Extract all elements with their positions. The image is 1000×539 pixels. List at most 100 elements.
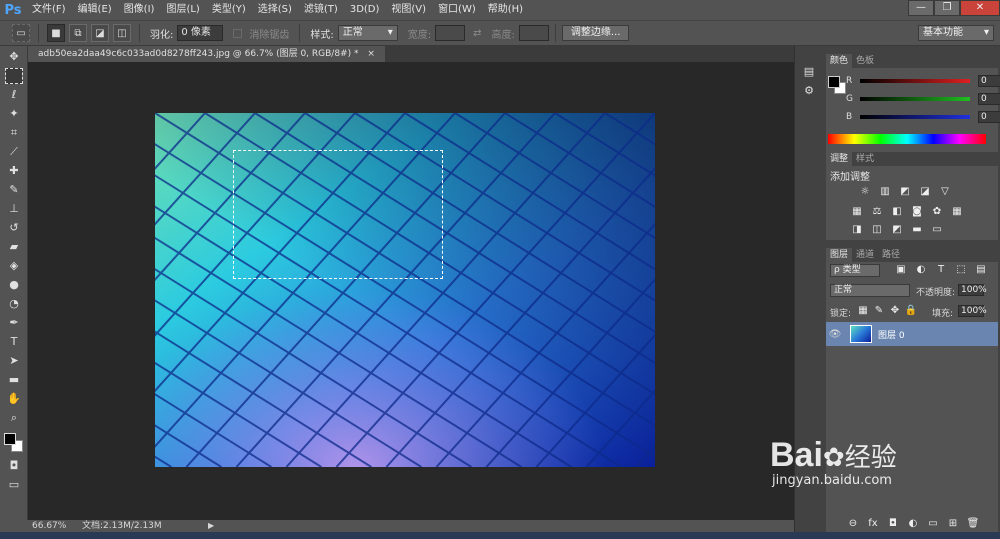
- slider-g-value[interactable]: 0: [978, 93, 1000, 105]
- antialias-checkbox[interactable]: [233, 28, 243, 38]
- blend-mode-select[interactable]: 正常: [830, 284, 910, 297]
- tab-styles[interactable]: 样式: [852, 152, 878, 166]
- menu-layer[interactable]: 图层(L): [160, 0, 205, 20]
- path-select-tool-icon[interactable]: ➤: [5, 353, 23, 369]
- add-mask-icon[interactable]: ◘: [886, 518, 900, 530]
- smart-object-filter-icon[interactable]: ▤: [974, 264, 988, 276]
- width-input[interactable]: [435, 25, 466, 41]
- move-tool-icon[interactable]: ✥: [5, 49, 23, 65]
- layer-style-icon[interactable]: fx: [866, 518, 880, 530]
- blur-tool-icon[interactable]: ●: [5, 277, 23, 293]
- photo-filter-icon[interactable]: ◙: [910, 206, 924, 218]
- menu-view[interactable]: 视图(V): [385, 0, 432, 20]
- add-selection-icon[interactable]: ⧉: [69, 24, 87, 42]
- tab-swatches[interactable]: 色板: [852, 54, 878, 68]
- history-brush-tool-icon[interactable]: ↺: [5, 220, 23, 236]
- slider-r[interactable]: R 0: [846, 74, 1000, 88]
- menu-image[interactable]: 图像(I): [118, 0, 161, 20]
- brush-tool-icon[interactable]: ✎: [5, 182, 23, 198]
- menu-select[interactable]: 选择(S): [252, 0, 298, 20]
- pixel-filter-icon[interactable]: ▣: [894, 264, 908, 276]
- pen-tool-icon[interactable]: ✒: [5, 315, 23, 331]
- tab-channels[interactable]: 通道: [852, 248, 878, 262]
- slider-r-value[interactable]: 0: [978, 75, 1000, 87]
- close-tab-icon[interactable]: ×: [367, 49, 375, 59]
- menu-help[interactable]: 帮助(H): [482, 0, 529, 20]
- slider-b[interactable]: B 0: [846, 110, 1000, 124]
- close-button[interactable]: ✕: [960, 0, 1000, 16]
- hand-tool-icon[interactable]: ✋: [5, 391, 23, 407]
- exposure-icon[interactable]: ◪: [918, 186, 932, 198]
- gradient-map-icon[interactable]: ▬: [910, 224, 924, 236]
- adjustment-filter-icon[interactable]: ◐: [914, 264, 928, 276]
- type-tool-icon[interactable]: T: [5, 334, 23, 350]
- subtract-selection-icon[interactable]: ◪: [91, 24, 109, 42]
- properties-panel-icon[interactable]: ⚙: [800, 83, 818, 99]
- threshold-icon[interactable]: ◩: [890, 224, 904, 236]
- slider-b-value[interactable]: 0: [978, 111, 1000, 123]
- crop-tool-icon[interactable]: ⌗: [5, 125, 23, 141]
- slider-g[interactable]: G 0: [846, 92, 1000, 106]
- history-panel-icon[interactable]: ▤: [800, 64, 818, 80]
- layer-row[interactable]: 👁 图层 0: [826, 322, 998, 346]
- color-balance-icon[interactable]: ⚖: [870, 206, 884, 218]
- menu-file[interactable]: 文件(F): [26, 0, 72, 20]
- brightness-icon[interactable]: ☼: [858, 186, 872, 198]
- quick-mask-icon[interactable]: ◘: [5, 458, 23, 474]
- shape-filter-icon[interactable]: ⬚: [954, 264, 968, 276]
- refine-edge-button[interactable]: 调整边缘...: [561, 25, 630, 41]
- selective-color-icon[interactable]: ▭: [930, 224, 944, 236]
- color-spectrum-bar[interactable]: [828, 134, 986, 144]
- hue-saturation-icon[interactable]: ▦: [850, 206, 864, 218]
- new-group-icon[interactable]: ▭: [926, 518, 940, 530]
- menu-edit[interactable]: 编辑(E): [72, 0, 118, 20]
- new-selection-icon[interactable]: ■: [47, 24, 65, 42]
- lasso-tool-icon[interactable]: ℓ: [5, 87, 23, 103]
- fill-value[interactable]: 100%: [958, 305, 987, 317]
- visibility-eye-icon[interactable]: 👁: [826, 329, 844, 340]
- menu-type[interactable]: 类型(Y): [206, 0, 252, 20]
- style-select[interactable]: 正常 ▾: [337, 25, 398, 41]
- invert-icon[interactable]: ◨: [850, 224, 864, 236]
- zoom-tool-icon[interactable]: ⌕: [5, 410, 23, 426]
- link-layers-icon[interactable]: ⊖: [846, 518, 860, 530]
- eyedropper-tool-icon[interactable]: ⟋: [5, 144, 23, 160]
- new-layer-icon[interactable]: ⊞: [946, 518, 960, 530]
- swap-icon[interactable]: ⇄: [473, 28, 481, 39]
- lock-position-icon[interactable]: ✥: [888, 305, 902, 317]
- foreground-color-swatch[interactable]: [4, 433, 16, 445]
- status-menu-arrow-icon[interactable]: ▶: [208, 520, 214, 532]
- zoom-level[interactable]: 66.67%: [32, 520, 66, 532]
- height-input[interactable]: [518, 25, 549, 41]
- feather-input[interactable]: 0 像素: [177, 25, 224, 41]
- opacity-value[interactable]: 100%: [958, 284, 987, 296]
- color-lookup-icon[interactable]: ▦: [950, 206, 964, 218]
- dodge-tool-icon[interactable]: ◔: [5, 296, 23, 312]
- tab-paths[interactable]: 路径: [878, 248, 904, 262]
- slider-b-track[interactable]: [860, 115, 970, 119]
- new-adjustment-icon[interactable]: ◐: [906, 518, 920, 530]
- eraser-tool-icon[interactable]: ▰: [5, 239, 23, 255]
- layer-name[interactable]: 图层 0: [878, 328, 905, 341]
- channel-mixer-icon[interactable]: ✿: [930, 206, 944, 218]
- slider-r-track[interactable]: [860, 79, 970, 83]
- paint-bucket-tool-icon[interactable]: ◈: [5, 258, 23, 274]
- type-filter-icon[interactable]: T: [934, 264, 948, 276]
- posterize-icon[interactable]: ◫: [870, 224, 884, 236]
- menu-3d[interactable]: 3D(D): [344, 0, 386, 20]
- black-white-icon[interactable]: ◧: [890, 206, 904, 218]
- rect-marquee-preset-icon[interactable]: ▭: [12, 24, 30, 42]
- vibrance-icon[interactable]: ▽: [938, 186, 952, 198]
- tab-layers[interactable]: 图层: [826, 248, 853, 262]
- workspace-select[interactable]: 基本功能 ▾: [918, 25, 994, 41]
- menu-filter[interactable]: 滤镜(T): [298, 0, 344, 20]
- slider-g-track[interactable]: [860, 97, 970, 101]
- foreground-color-swatch[interactable]: [828, 76, 840, 88]
- restore-button[interactable]: ❐: [934, 0, 960, 16]
- tab-color[interactable]: 颜色: [826, 54, 853, 68]
- rectangle-tool-icon[interactable]: ▬: [5, 372, 23, 388]
- lock-all-icon[interactable]: 🔒: [904, 305, 918, 317]
- menu-window[interactable]: 窗口(W): [432, 0, 482, 20]
- lock-transparent-icon[interactable]: ▦: [856, 305, 870, 317]
- layer-filter-select[interactable]: ρ 类型: [830, 264, 880, 277]
